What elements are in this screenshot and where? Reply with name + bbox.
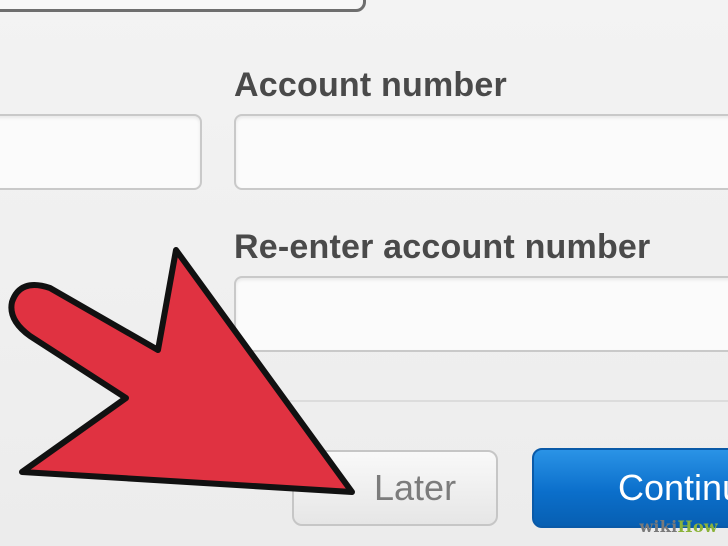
left-text-field[interactable] — [0, 114, 202, 190]
section-divider — [258, 400, 728, 402]
watermark-prefix: wiki — [639, 517, 678, 536]
reenter-account-number-input[interactable] — [234, 276, 728, 352]
continue-button[interactable]: Continu — [532, 448, 728, 528]
later-button-label: Later — [374, 467, 457, 508]
bank-account-form-screen: Account number Re-enter account number L… — [0, 0, 728, 546]
reenter-account-number-label: Re-enter account number — [234, 228, 651, 266]
wikihow-watermark: wikiHow — [639, 517, 718, 536]
watermark-suffix: How — [677, 517, 718, 536]
top-field-edge — [0, 0, 366, 12]
later-button[interactable]: Later — [292, 450, 498, 526]
continue-button-label: Continu — [618, 467, 728, 508]
account-number-label: Account number — [234, 66, 507, 104]
account-number-input[interactable] — [234, 114, 728, 190]
